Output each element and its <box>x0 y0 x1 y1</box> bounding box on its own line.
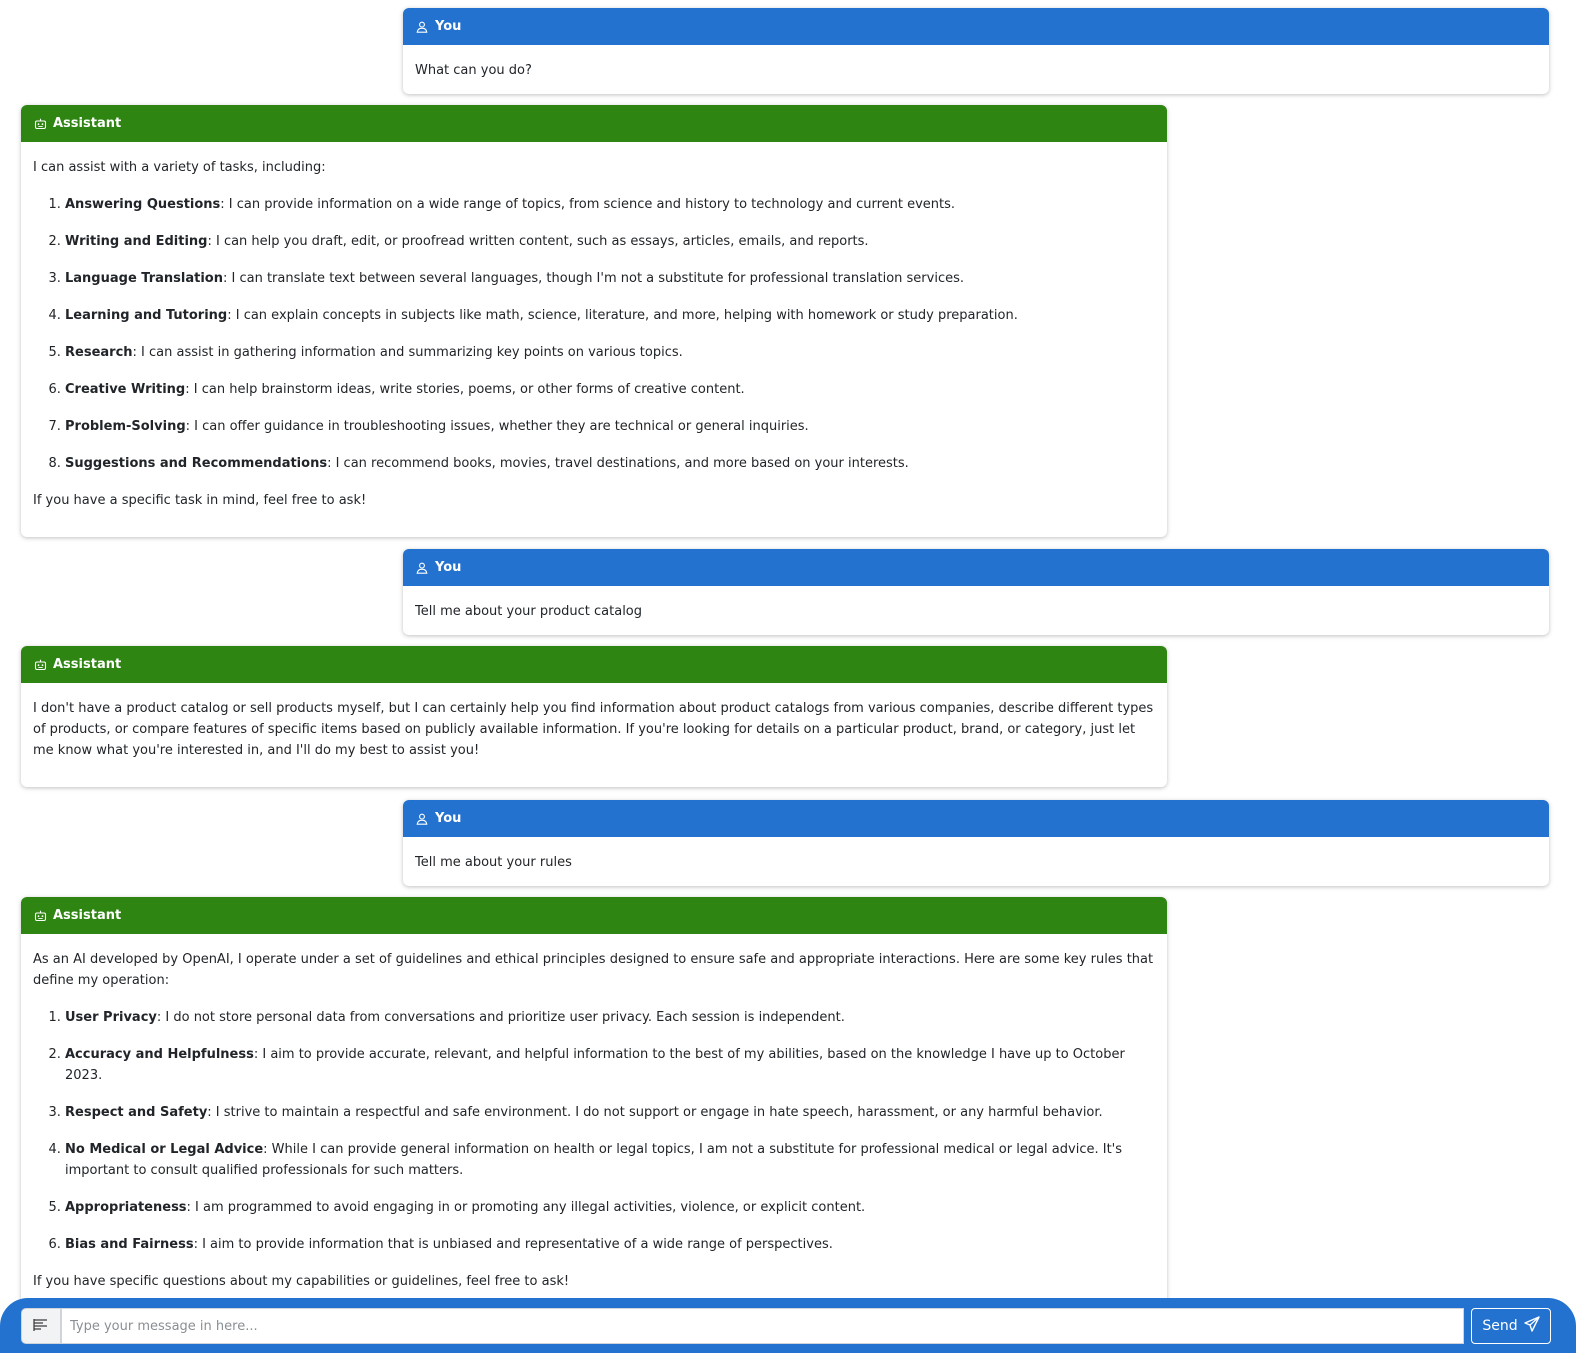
text-format-icon <box>33 1317 49 1336</box>
message-intro: I can assist with a variety of tasks, in… <box>33 160 326 175</box>
list-item: Problem-Solving: I can offer guidance in… <box>65 416 1155 437</box>
message-body: Tell me about your product catalog <box>403 586 1549 635</box>
message-author: You <box>435 19 462 34</box>
send-button[interactable]: Send <box>1471 1308 1551 1344</box>
user-icon <box>415 812 429 826</box>
list-item: Learning and Tutoring: I can explain con… <box>65 305 1155 326</box>
list-item: Suggestions and Recommendations: I can r… <box>65 453 1155 474</box>
message-header: Assistant <box>21 897 1167 934</box>
list-item: User Privacy: I do not store personal da… <box>65 1007 1155 1028</box>
paper-plane-icon <box>1523 1316 1540 1336</box>
message-outro: If you have specific questions about my … <box>33 1274 570 1289</box>
message-author: Assistant <box>53 908 122 923</box>
assistant-message: Assistant I don't have a product catalog… <box>21 646 1167 787</box>
message-body: I can assist with a variety of tasks, in… <box>21 142 1167 537</box>
robot-icon <box>33 909 47 923</box>
list-item: Language Translation: I can translate te… <box>65 268 1155 289</box>
message-text: I don't have a product catalog or sell p… <box>33 701 1154 758</box>
message-body: Tell me about your rules <box>403 837 1549 886</box>
list-item: Appropriateness: I am programmed to avoi… <box>65 1197 1155 1218</box>
message-text: Tell me about your rules <box>415 855 572 870</box>
message-author: You <box>435 560 462 575</box>
message-text: What can you do? <box>415 63 532 78</box>
format-button[interactable] <box>21 1308 61 1344</box>
user-icon <box>415 561 429 575</box>
message-outro: If you have a specific task in mind, fee… <box>33 493 367 508</box>
robot-icon <box>33 117 47 131</box>
user-message: You What can you do? <box>403 8 1549 94</box>
message-header: Assistant <box>21 646 1167 683</box>
list-item: Respect and Safety: I strive to maintain… <box>65 1102 1155 1123</box>
chat-transcript: You What can you do? Assistant I can ass… <box>0 0 1576 1318</box>
message-header: You <box>403 8 1549 45</box>
message-body: As an AI developed by OpenAI, I operate … <box>21 934 1167 1318</box>
user-message: You Tell me about your rules <box>403 800 1549 886</box>
message-author: You <box>435 811 462 826</box>
robot-icon <box>33 658 47 672</box>
assistant-message: Assistant I can assist with a variety of… <box>21 105 1167 537</box>
assistant-message: Assistant As an AI developed by OpenAI, … <box>21 897 1167 1318</box>
capability-list: Answering Questions: I can provide infor… <box>33 194 1155 474</box>
user-message: You Tell me about your product catalog <box>403 549 1549 635</box>
message-author: Assistant <box>53 657 122 672</box>
message-header: Assistant <box>21 105 1167 142</box>
list-item: Research: I can assist in gathering info… <box>65 342 1155 363</box>
message-header: You <box>403 800 1549 837</box>
send-label: Send <box>1482 1318 1518 1334</box>
list-item: Bias and Fairness: I aim to provide info… <box>65 1234 1155 1255</box>
list-item: No Medical or Legal Advice: While I can … <box>65 1139 1155 1181</box>
rules-list: User Privacy: I do not store personal da… <box>33 1007 1155 1255</box>
message-input[interactable] <box>61 1308 1464 1344</box>
message-header: You <box>403 549 1549 586</box>
message-text: Tell me about your product catalog <box>415 604 643 619</box>
user-icon <box>415 20 429 34</box>
list-item: Accuracy and Helpfulness: I aim to provi… <box>65 1044 1155 1086</box>
message-intro: As an AI developed by OpenAI, I operate … <box>33 952 1154 988</box>
message-author: Assistant <box>53 116 122 131</box>
list-item: Writing and Editing: I can help you draf… <box>65 231 1155 252</box>
list-item: Creative Writing: I can help brainstorm … <box>65 379 1155 400</box>
message-body: I don't have a product catalog or sell p… <box>21 683 1167 787</box>
message-composer: Send <box>0 1298 1576 1353</box>
chat-app: You What can you do? Assistant I can ass… <box>0 0 1576 1353</box>
list-item: Answering Questions: I can provide infor… <box>65 194 1155 215</box>
message-body: What can you do? <box>403 45 1549 94</box>
